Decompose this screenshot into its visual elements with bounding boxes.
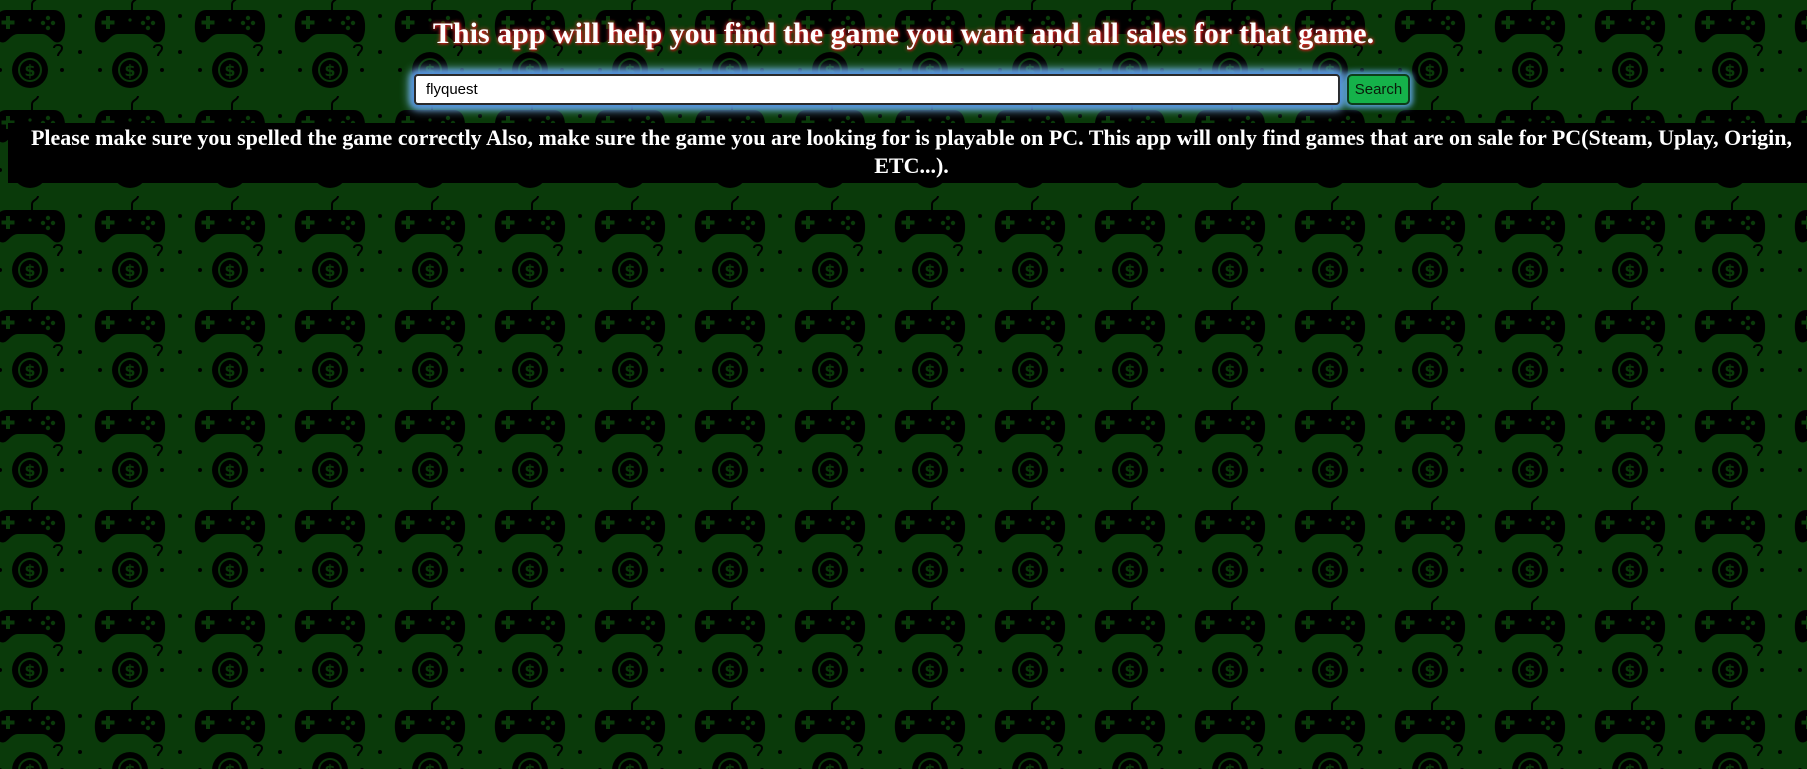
search-bar: Search [414,72,1410,106]
page-title: This app will help you find the game you… [432,17,1375,50]
search-input[interactable] [414,73,1340,105]
notice-text: Please make sure you spelled the game co… [30,125,1792,178]
search-button[interactable]: Search [1347,73,1410,105]
background-pattern: $ [0,0,1807,769]
notice-banner: Please make sure you spelled the game co… [8,123,1807,183]
